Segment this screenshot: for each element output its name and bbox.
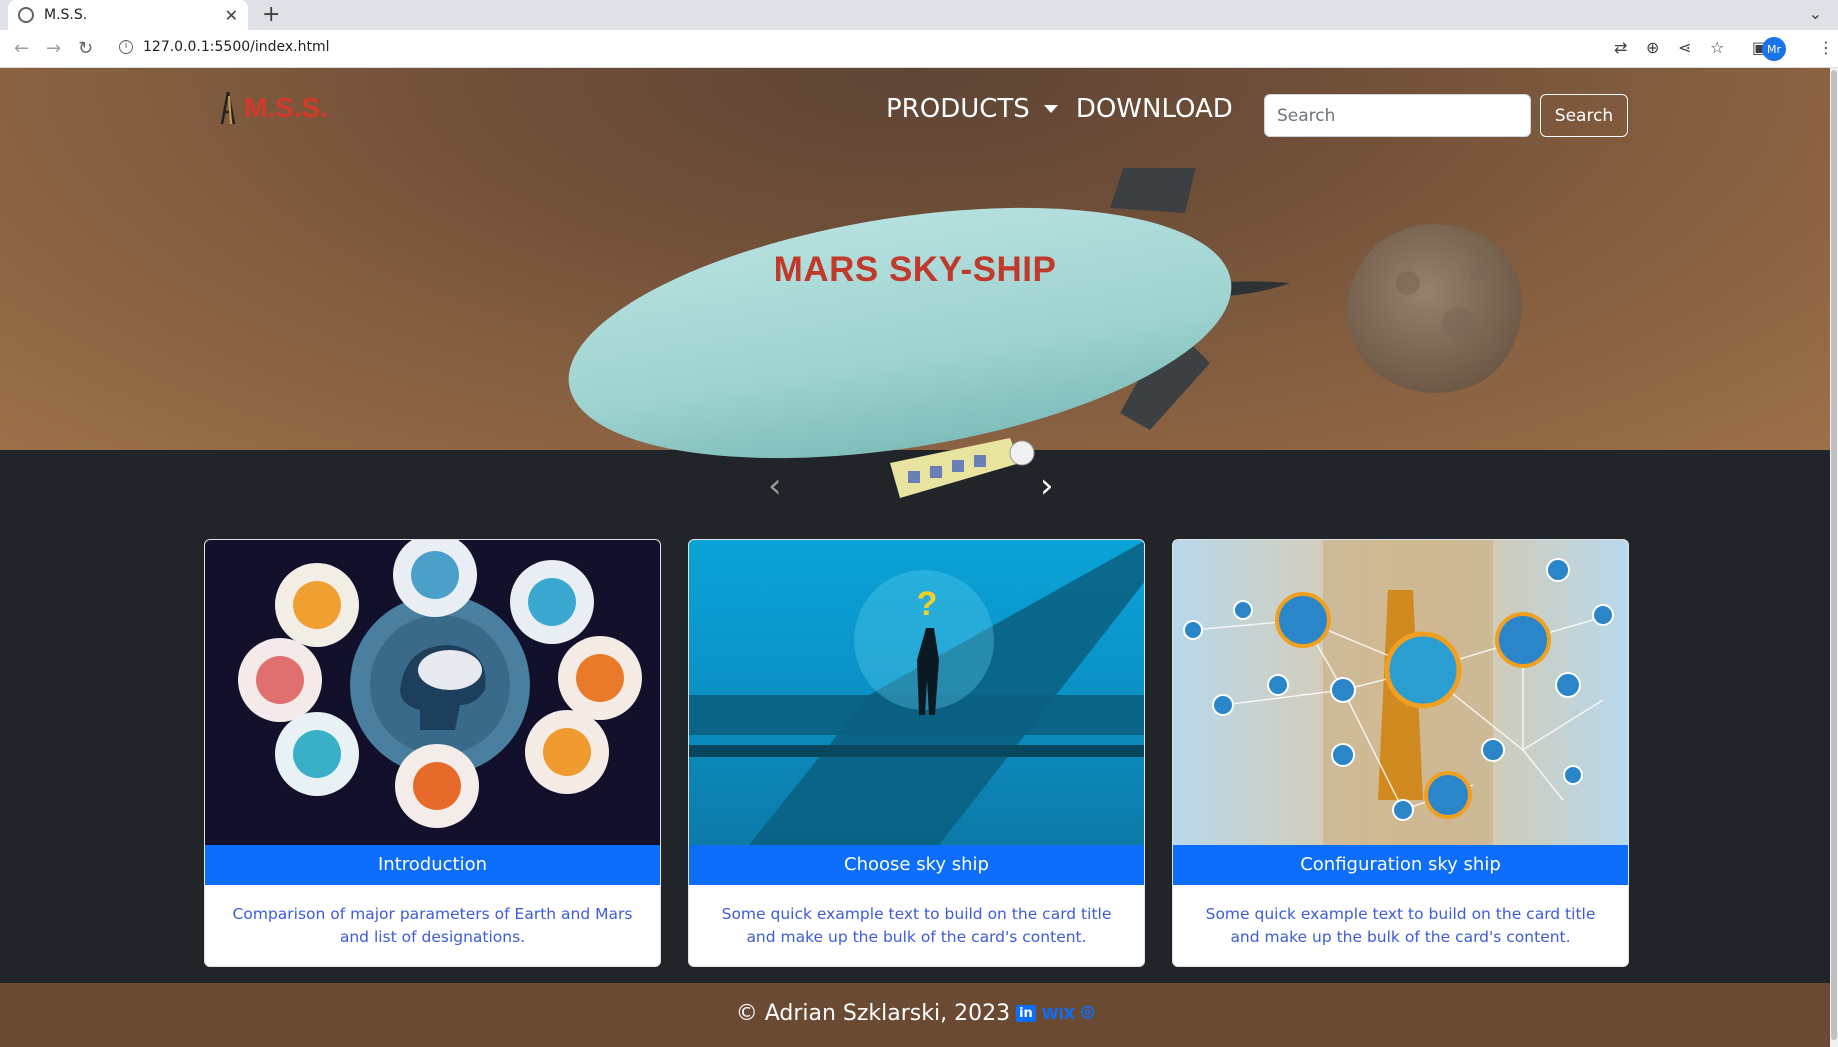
carousel-next-button[interactable]: › <box>1040 466 1054 506</box>
brain-illustration <box>238 540 642 828</box>
products-label: PRODUCTS <box>886 94 1030 124</box>
card-text: Comparison of major parameters of Earth … <box>232 905 633 946</box>
card-image-network <box>1173 540 1628 845</box>
menu-icon[interactable]: ⋮ <box>1818 38 1834 57</box>
new-tab-button[interactable]: + <box>262 2 280 27</box>
page: M.S.S. PRODUCTS DOWNLOAD Search Search M… <box>0 68 1830 1047</box>
address-bar: ← → ↻ i 127.0.0.1:5500/index.html ⇄ ⊕ ⋖ … <box>0 30 1838 68</box>
card-image-crossroad: ? <box>689 540 1144 845</box>
svg-text:?: ? <box>917 585 938 623</box>
card-configuration-sky-ship[interactable]: Configuration sky ship Some quick exampl… <box>1172 539 1629 967</box>
search-button[interactable]: Search <box>1540 94 1628 137</box>
caret-down-icon <box>1043 105 1058 113</box>
card-title: Configuration sky ship <box>1173 845 1628 885</box>
page-scrollbar[interactable] <box>1830 68 1838 1047</box>
download-link[interactable]: DOWNLOAD <box>1076 94 1233 124</box>
hero-section: M.S.S. PRODUCTS DOWNLOAD Search Search M… <box>0 68 1830 498</box>
linkedin-icon[interactable]: in <box>1016 1005 1036 1022</box>
share-icon[interactable]: ⋖ <box>1678 38 1691 57</box>
zoom-icon[interactable]: ⊕ <box>1646 38 1659 57</box>
moon-image <box>1347 224 1522 393</box>
products-dropdown[interactable]: PRODUCTS <box>886 94 1058 124</box>
scrollbar-thumb[interactable] <box>1831 70 1837 1040</box>
hero-title: MARS SKY-SHIP <box>773 250 1057 289</box>
card-title: Choose sky ship <box>689 845 1144 885</box>
carousel-prev-button[interactable]: ‹ <box>768 466 782 506</box>
navbar: M.S.S. PRODUCTS DOWNLOAD Search Search <box>0 68 1830 148</box>
brand-link[interactable]: M.S.S. <box>218 90 328 126</box>
browser-tab[interactable]: M.S.S. ✕ <box>8 0 248 30</box>
network-illustration <box>1183 540 1614 845</box>
airship-image <box>568 168 1290 498</box>
url-field[interactable]: 127.0.0.1:5500/index.html <box>143 39 330 55</box>
star-icon[interactable]: ☆ <box>1710 38 1724 57</box>
nav-links: PRODUCTS DOWNLOAD <box>886 94 1251 124</box>
brand-logo-icon <box>220 91 236 125</box>
profile-avatar[interactable]: Mr <box>1762 37 1786 61</box>
card-title: Introduction <box>205 845 660 885</box>
copyright-text: © Adrian Szklarski, 2023 <box>735 1001 1011 1026</box>
info-icon[interactable]: i <box>119 40 133 54</box>
card-image-brain <box>205 540 660 845</box>
tab-title: M.S.S. <box>44 7 88 23</box>
globe-icon <box>18 7 34 23</box>
wix-icon[interactable]: WiX <box>1042 1005 1075 1023</box>
search-input[interactable]: Search <box>1264 94 1531 137</box>
footer-content: © Adrian Szklarski, 2023 in WiX ⌾ <box>0 1001 1830 1026</box>
tab-search-icon[interactable]: ⌄ <box>1809 4 1822 23</box>
brand-text: M.S.S. <box>244 92 329 123</box>
browser-tabbar: M.S.S. ✕ + ⌄ <box>0 0 1838 30</box>
footer: © Adrian Szklarski, 2023 in WiX ⌾ <box>0 983 1830 1047</box>
close-tab-icon[interactable]: ✕ <box>225 6 238 25</box>
card-introduction[interactable]: Introduction Comparison of major paramet… <box>204 539 661 967</box>
card-text: Some quick example text to build on the … <box>1205 905 1596 946</box>
crossroad-illustration: ? <box>689 541 1144 845</box>
back-icon[interactable]: ← <box>14 38 29 59</box>
forward-icon[interactable]: → <box>46 38 61 59</box>
card-choose-sky-ship[interactable]: ? Choose sky ship Some quick example tex… <box>688 539 1145 967</box>
reload-icon[interactable]: ↻ <box>78 38 93 59</box>
translate-icon[interactable]: ⇄ <box>1614 38 1627 57</box>
card-text: Some quick example text to build on the … <box>721 905 1112 946</box>
github-icon[interactable]: ⌾ <box>1081 1001 1094 1026</box>
